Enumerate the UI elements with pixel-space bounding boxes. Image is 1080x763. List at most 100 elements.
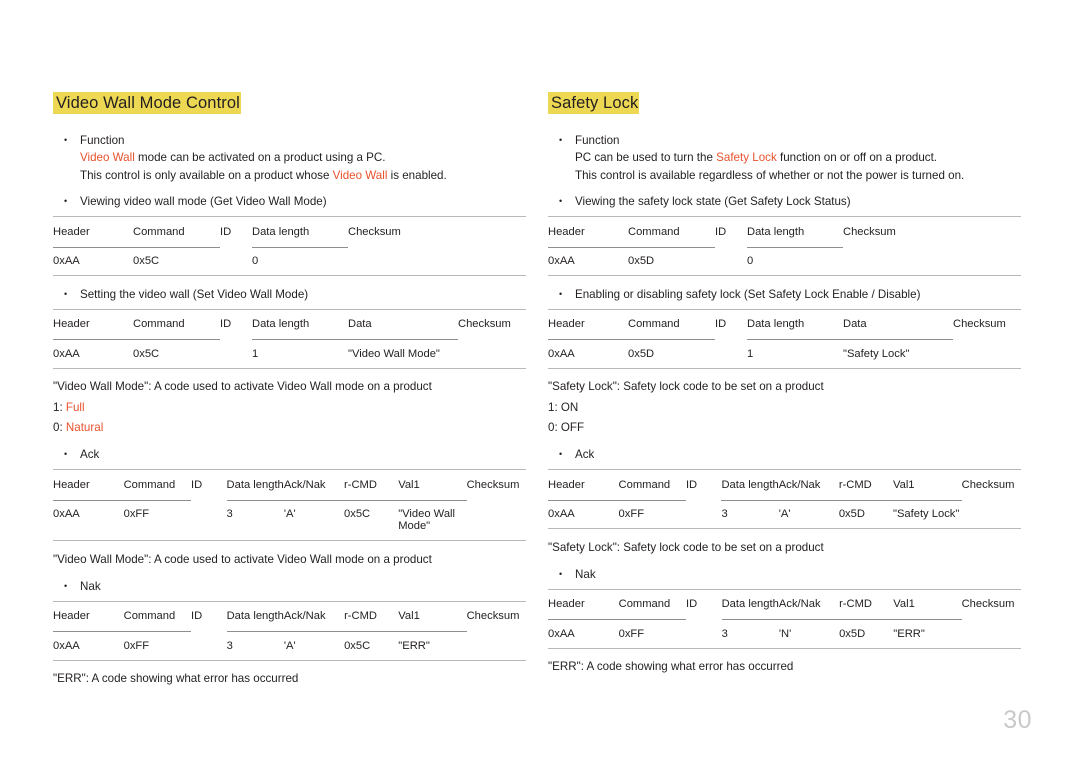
- col-header-id: ID: [191, 478, 203, 491]
- col-header-header: Header: [548, 598, 585, 610]
- two-column-body: Video Wall Mode Control Function Video W…: [0, 92, 1080, 690]
- function-line-1: PC can be used to turn the Safety Lock f…: [575, 149, 1021, 167]
- table-header-row: Header Command ID Data length Ack/Nak r-…: [548, 471, 1021, 501]
- cell-command: 0x5D: [628, 255, 655, 267]
- cell-id: [715, 341, 747, 369]
- col-header-command: Command: [123, 478, 176, 491]
- col-header-rcmd: r-CMD: [838, 478, 872, 491]
- table-bottom-rule: [548, 275, 1021, 277]
- document-page: Video Wall Mode Control Function Video W…: [0, 0, 1080, 763]
- cell-val1: "ERR": [893, 627, 925, 640]
- table-row: 0xAA 0xFF 3 'A' 0x5C "ERR": [53, 633, 526, 661]
- cell-rcmd: 0x5D: [839, 627, 866, 640]
- bullet-function: Function PC can be used to turn the Safe…: [548, 131, 1021, 184]
- table-header-row: Header Command ID Data length Checksum: [53, 218, 526, 248]
- bullet-ack: Ack: [548, 445, 1021, 464]
- col-header-header: Header: [53, 610, 90, 622]
- cell-rcmd: 0x5C: [344, 508, 371, 520]
- function-line-1-b: function on or off on a product.: [776, 151, 938, 164]
- section-title-video-wall: Video Wall Mode Control: [53, 92, 241, 114]
- cell-header: 0xAA: [53, 639, 80, 652]
- cell-data: "Safety Lock": [843, 347, 910, 360]
- note-video-wall-mode-code-2: "Video Wall Mode": A code used to activa…: [53, 552, 432, 566]
- function-line-2: This control is only available on a prod…: [80, 167, 526, 185]
- col-header-command: Command: [618, 598, 671, 610]
- cell-header: 0xAA: [548, 347, 575, 360]
- col-header-header: Header: [548, 225, 585, 238]
- col-header-spacer: [416, 218, 526, 248]
- cell-datalen: 3: [226, 508, 233, 520]
- cell-command: 0x5C: [133, 255, 160, 267]
- cell-val1: "Safety Lock": [892, 508, 960, 520]
- col-header-checksum: Checksum: [466, 478, 520, 491]
- cell-acknak: 'N': [778, 627, 792, 640]
- function-label: Function: [80, 134, 125, 147]
- term-safety-lock: Safety Lock: [716, 151, 777, 164]
- col-header-spacer: [911, 218, 1021, 248]
- table-ack: Header Command ID Data length Ack/Nak r-…: [548, 469, 1021, 530]
- cell-id: [715, 248, 747, 276]
- function-line-2-b: is enabled.: [387, 168, 447, 182]
- col-header-header: Header: [53, 225, 90, 238]
- col-header-id: ID: [220, 318, 232, 330]
- table-nak: Header Command ID Data length Ack/Nak r-…: [548, 588, 1021, 649]
- section-title-safety-lock: Safety Lock: [548, 92, 640, 114]
- cell-datalen: 3: [226, 639, 233, 652]
- table-set-video-wall-mode: Header Command ID Data length Data Check…: [53, 308, 526, 369]
- col-header-acknak: Ack/Nak: [778, 478, 821, 491]
- table-header-row: Header Command ID Data length Data Check…: [53, 310, 526, 340]
- value-full-label: Full: [65, 401, 85, 414]
- section-heading-wrap: Video Wall Mode Control: [53, 92, 526, 116]
- col-header-id: ID: [220, 225, 232, 238]
- table-row: 0xAA 0x5C 1 "Video Wall Mode": [53, 341, 526, 369]
- bullet-set-video-wall-mode: Setting the video wall (Set Video Wall M…: [53, 285, 526, 304]
- table-header-row: Header Command ID Data length Ack/Nak r-…: [53, 602, 526, 632]
- note-err-code: "ERR": A code showing what error has occ…: [53, 672, 299, 685]
- value-natural-label: Natural: [65, 421, 104, 434]
- cell-id: [220, 341, 252, 369]
- function-line-2-a: This control is only available on a prod…: [80, 168, 333, 182]
- cell-header: 0xAA: [53, 508, 80, 520]
- col-header-datalen: Data length: [721, 478, 779, 491]
- term-video-wall-2: Video Wall: [332, 168, 388, 182]
- table-header-row: Header Command ID Data length Ack/Nak r-…: [53, 471, 526, 501]
- value-natural: 0: Natural: [53, 418, 526, 437]
- cell-acknak: 'A': [778, 508, 791, 520]
- function-line-1-a: PC can be used to turn the: [575, 151, 717, 164]
- cell-acknak: 'A': [283, 508, 296, 520]
- table-header-row: Header Command ID Data length Checksum: [548, 218, 1021, 248]
- bullet-ack: Ack: [53, 445, 526, 464]
- col-header-acknak: Ack/Nak: [283, 478, 326, 491]
- value-natural-key: 0:: [53, 421, 66, 434]
- cell-datalen: 1: [252, 347, 259, 360]
- bullet-get-video-wall-mode: Viewing video wall mode (Get Video Wall …: [53, 192, 526, 211]
- column-safety-lock: Safety Lock Function PC can be used to t…: [548, 92, 1021, 690]
- bullet-nak: Nak: [548, 565, 1021, 584]
- col-header-checksum: Checksum: [843, 225, 896, 238]
- col-header-datalen: Data length: [226, 610, 284, 622]
- cell-val1: "ERR": [398, 639, 430, 652]
- col-header-rcmd: r-CMD: [344, 478, 377, 491]
- col-header-data: Data: [843, 318, 867, 330]
- col-header-checksum: Checksum: [961, 598, 1015, 610]
- section-heading-wrap: Safety Lock: [548, 92, 1021, 116]
- col-header-datalen: Data length: [226, 478, 284, 491]
- table-set-safety-lock: Header Command ID Data length Data Check…: [548, 308, 1021, 369]
- cell-checksum: [843, 248, 911, 276]
- function-label: Function: [575, 134, 620, 147]
- value-off: 0: OFF: [548, 421, 585, 434]
- table-header-row: Header Command ID Data length Data Check…: [548, 310, 1021, 340]
- cell-header: 0xAA: [53, 255, 80, 267]
- col-header-checksum: Checksum: [348, 225, 401, 238]
- table-row: 0xAA 0xFF 3 'A' 0x5C "Video Wall Mode": [53, 501, 526, 541]
- col-header-header: Header: [53, 478, 90, 491]
- table-ack: Header Command ID Data length Ack/Nak r-…: [53, 469, 526, 542]
- col-header-acknak: Ack/Nak: [778, 598, 821, 610]
- col-header-id: ID: [715, 318, 727, 330]
- col-header-val1: Val1: [398, 478, 420, 491]
- col-header-command: Command: [133, 225, 185, 238]
- col-header-datalen: Data length: [747, 318, 805, 330]
- table-bottom-rule: [548, 367, 1021, 369]
- col-header-rcmd: r-CMD: [839, 598, 872, 610]
- cell-command: 0x5C: [133, 347, 160, 360]
